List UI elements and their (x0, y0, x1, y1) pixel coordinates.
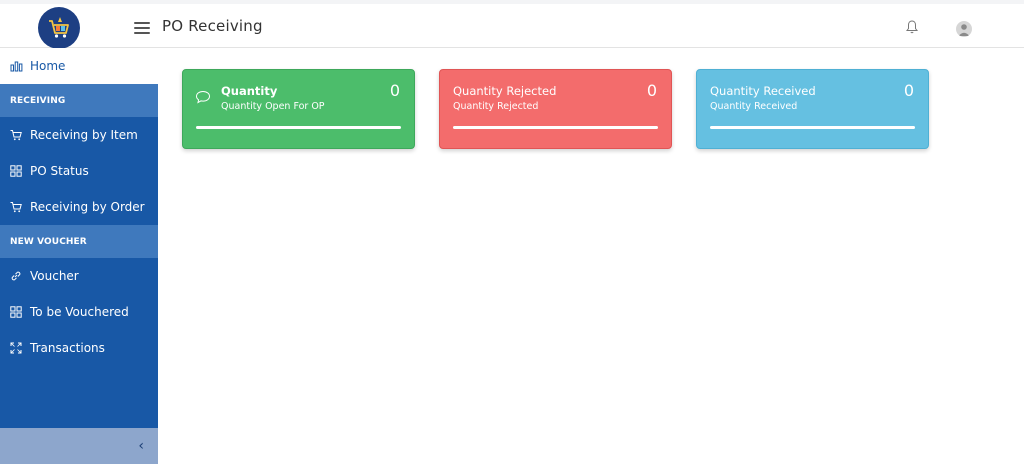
sidebar-section-receiving: RECEIVING (0, 84, 158, 117)
card-subtitle: Quantity Received (710, 101, 798, 112)
sidebar-item-label: Receiving by Item (30, 128, 138, 142)
sidebar-item-label: Voucher (30, 269, 79, 283)
menu-icon-line (134, 22, 150, 24)
menu-toggle-button[interactable] (134, 22, 150, 34)
sidebar-item-receiving-by-order[interactable]: Receiving by Order (0, 189, 158, 225)
grid-icon (10, 306, 22, 318)
sidebar: Home RECEIVING Receiving by Item PO Stat… (0, 48, 158, 464)
sidebar-item-label: Home (30, 59, 66, 73)
app-logo[interactable] (38, 7, 80, 49)
quantity-card[interactable]: Quantity Quantity Open For OP 0 (182, 69, 415, 149)
card-value: 0 (903, 81, 914, 100)
link-icon (11, 271, 21, 281)
sidebar-item-label: To be Vouchered (30, 305, 129, 319)
sidebar-item-transactions[interactable]: Transactions (0, 330, 158, 366)
menu-icon-line (134, 27, 150, 29)
page-title: PO Receiving (162, 17, 263, 35)
sidebar-item-to-be-vouchered[interactable]: To be Vouchered (0, 294, 158, 330)
sidebar-item-voucher[interactable]: Voucher (0, 258, 158, 294)
cart-icon (10, 202, 22, 213)
bar-chart-icon (10, 61, 23, 72)
bell-icon[interactable] (905, 19, 919, 35)
grid-icon (10, 165, 22, 177)
quantity-received-card[interactable]: Quantity Received Quantity Received 0 (696, 69, 929, 149)
chat-bubble-icon (195, 90, 211, 104)
sidebar-item-home[interactable]: Home (0, 48, 158, 84)
sidebar-collapse-button[interactable]: ‹ (0, 428, 158, 464)
card-value: 0 (646, 81, 657, 100)
card-progress-bar (453, 126, 658, 129)
card-progress-bar (196, 126, 401, 129)
sidebar-item-label: Receiving by Order (30, 200, 145, 214)
card-progress-bar (710, 126, 915, 129)
card-title: Quantity Received (710, 84, 816, 98)
chevron-left-icon: ‹ (138, 438, 144, 454)
cart-logo-icon (49, 17, 69, 38)
sidebar-section-new-voucher: NEW VOUCHER (0, 225, 158, 258)
card-subtitle: Quantity Open For OP (221, 101, 325, 112)
card-title: Quantity (221, 84, 278, 98)
user-avatar-icon[interactable] (956, 21, 972, 37)
cart-icon (10, 130, 22, 141)
card-subtitle: Quantity Rejected (453, 101, 539, 112)
expand-icon (10, 342, 22, 354)
card-value: 0 (389, 81, 400, 100)
sidebar-item-po-status[interactable]: PO Status (0, 153, 158, 189)
menu-icon-line (134, 32, 150, 34)
card-title: Quantity Rejected (453, 84, 557, 98)
sidebar-item-label: Transactions (30, 341, 105, 355)
sidebar-item-receiving-by-item[interactable]: Receiving by Item (0, 117, 158, 153)
top-bar: PO Receiving (0, 0, 1024, 49)
sidebar-item-label: PO Status (30, 164, 89, 178)
user-silhouette-icon (958, 24, 970, 36)
quantity-rejected-card[interactable]: Quantity Rejected Quantity Rejected 0 (439, 69, 672, 149)
